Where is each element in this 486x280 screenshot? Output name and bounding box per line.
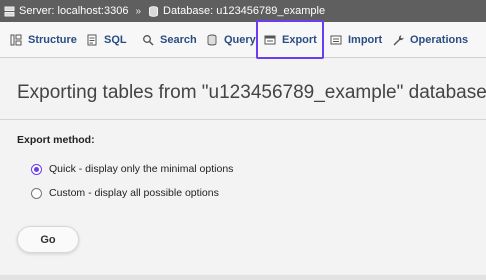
title-divider [0, 119, 486, 120]
export-icon [264, 35, 276, 44]
breadcrumb-database-label: Database: u123456789_example [163, 5, 326, 17]
tab-search[interactable]: Search [132, 22, 197, 57]
server-icon [4, 6, 15, 16]
tab-label: Search [160, 33, 197, 46]
tab-structure[interactable]: Structure [0, 22, 77, 57]
go-button[interactable]: Go [17, 226, 79, 253]
sql-icon [87, 34, 97, 45]
tab-label: Query [224, 33, 256, 46]
tab-label: Operations [410, 33, 469, 46]
tab-export[interactable]: Export [254, 22, 320, 57]
import-icon [330, 35, 342, 44]
radio-label-custom: Custom - display all possible options [49, 187, 219, 199]
radio-button-custom[interactable] [31, 187, 42, 199]
database-icon [149, 5, 159, 17]
tab-sql[interactable]: SQL [76, 22, 132, 57]
tab-operations[interactable]: Operations [382, 22, 474, 57]
wrench-icon [393, 34, 404, 45]
structure-icon [10, 34, 22, 45]
radio-option-custom[interactable]: Custom - display all possible options [31, 187, 219, 199]
radio-button-quick[interactable] [31, 163, 42, 175]
tab-query[interactable]: Query [196, 22, 256, 57]
main-content: Exporting tables from "u123456789_exampl… [0, 59, 486, 280]
search-icon [143, 34, 154, 46]
breadcrumb-separator: » [135, 5, 142, 17]
tab-label: SQL [104, 33, 127, 46]
breadcrumb-server[interactable]: Server: localhost:3306 [4, 5, 128, 17]
tab-import[interactable]: Import [320, 22, 382, 57]
breadcrumb-database[interactable]: Database: u123456789_example [148, 5, 325, 17]
breadcrumb-server-label: Server: localhost:3306 [19, 5, 129, 17]
radio-option-quick[interactable]: Quick - display only the minimal options [31, 163, 233, 175]
query-icon [207, 34, 217, 45]
breadcrumb: Server: localhost:3306 » Database: u1234… [0, 0, 486, 22]
page-title: Exporting tables from "u123456789_exampl… [17, 82, 486, 103]
export-method-label: Export method: [17, 134, 95, 146]
tab-bar: Structure SQL Search Query Export Import… [0, 22, 486, 58]
tab-label: Export [282, 33, 317, 46]
bottom-panel-edge [0, 275, 486, 280]
tab-label: Structure [28, 33, 77, 46]
radio-label-quick: Quick - display only the minimal options [49, 163, 234, 175]
tab-label: Import [348, 33, 383, 46]
